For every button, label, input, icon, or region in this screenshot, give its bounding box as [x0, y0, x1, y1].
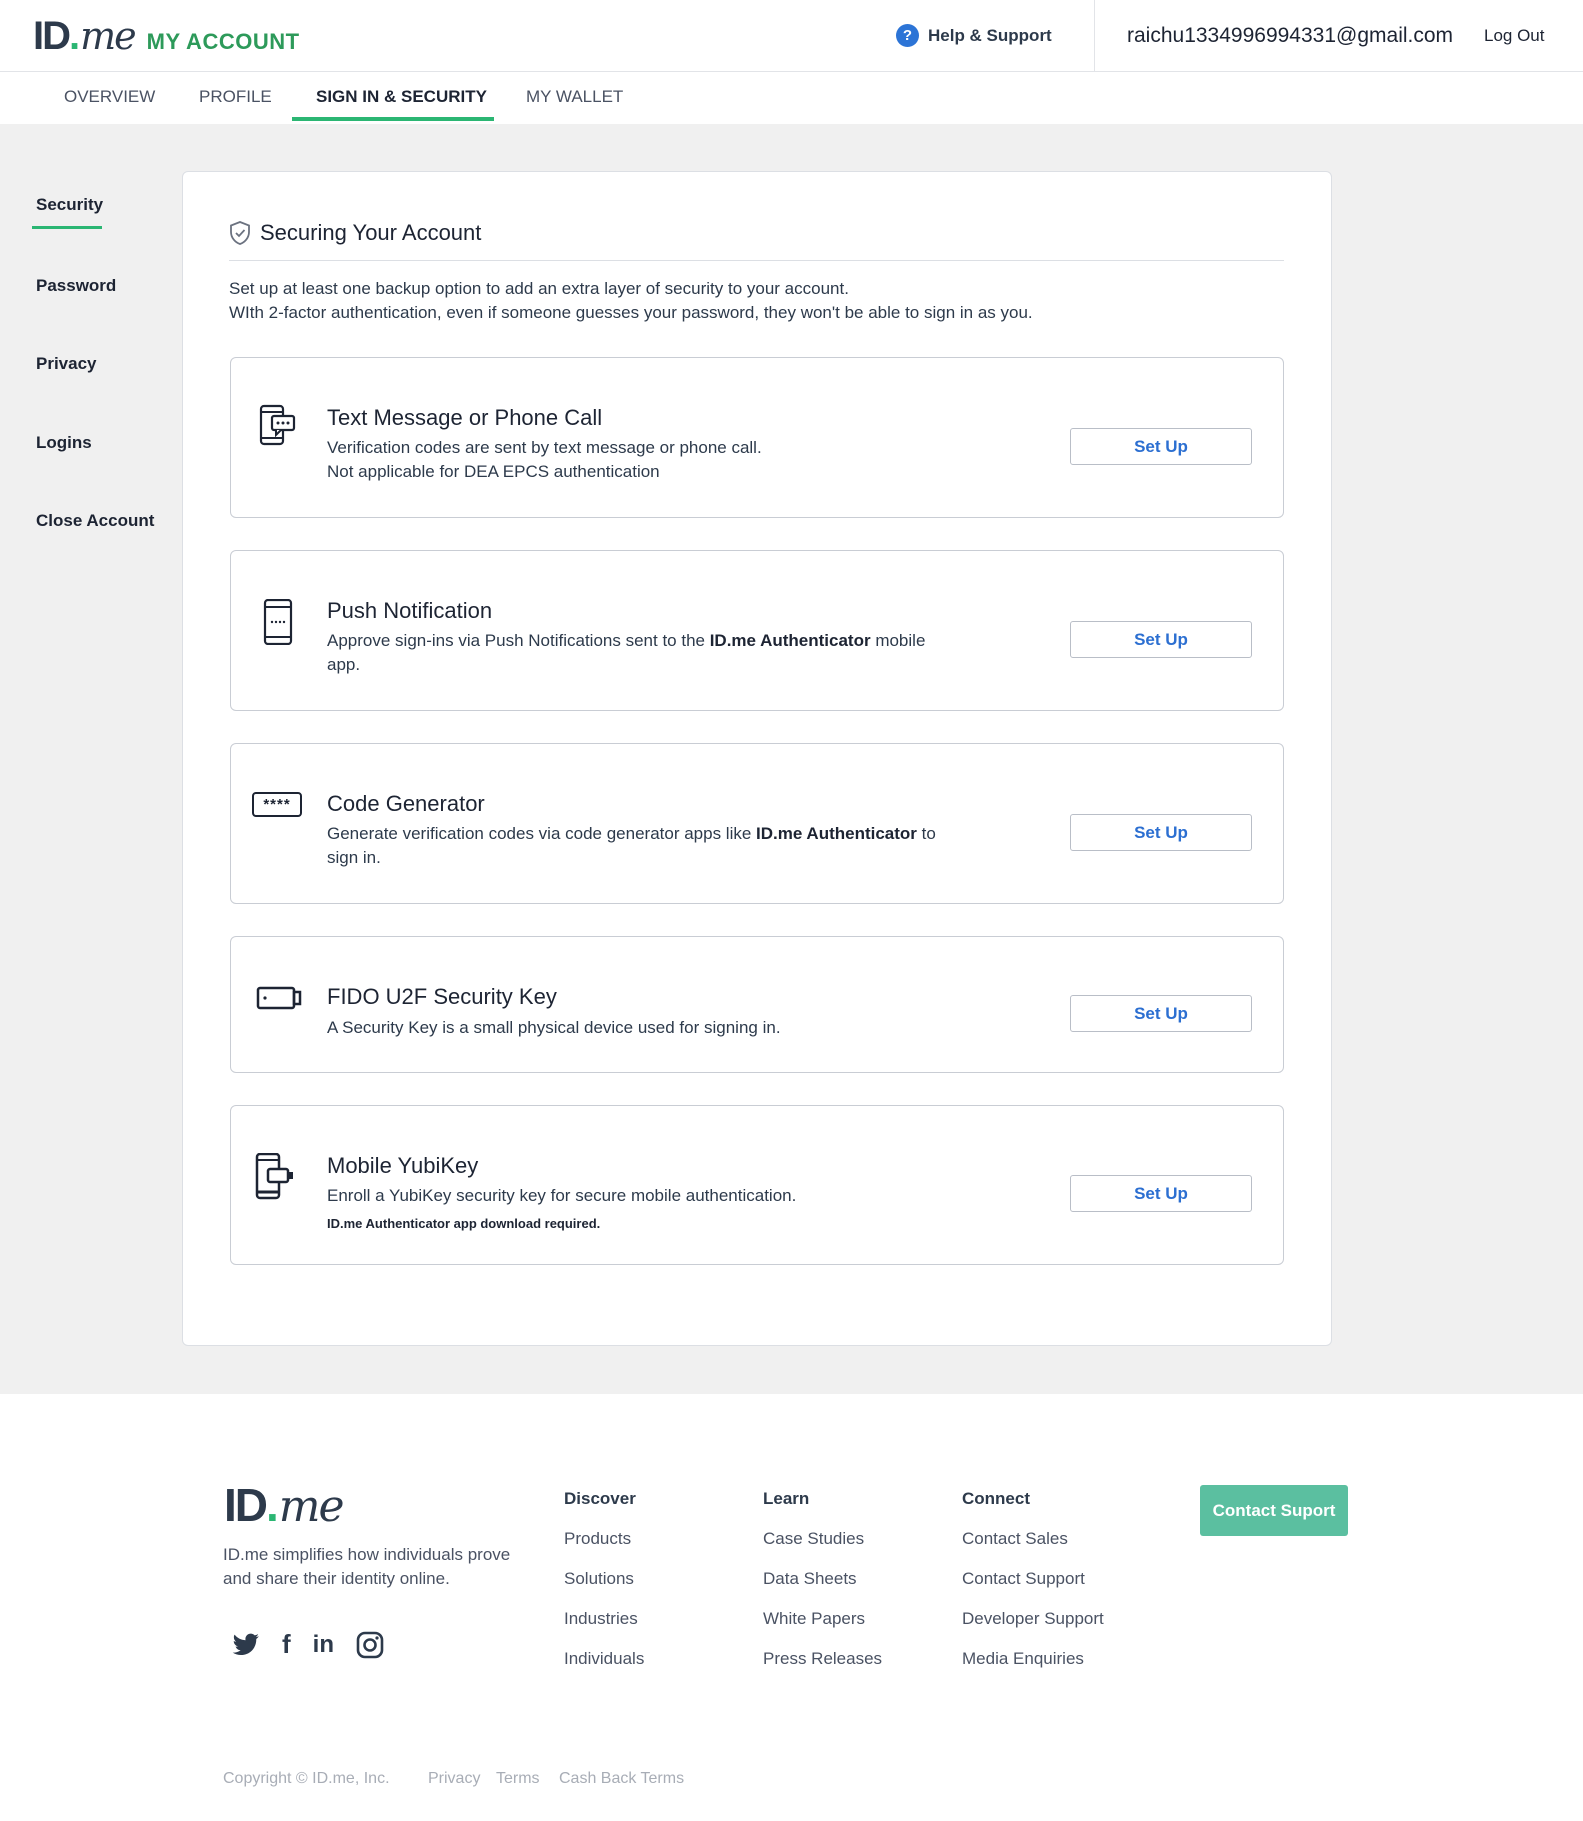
footer-link-white-papers[interactable]: White Papers: [763, 1609, 865, 1629]
option-title: FIDO U2F Security Key: [327, 984, 557, 1009]
footer-link-contact-sales[interactable]: Contact Sales: [962, 1529, 1068, 1549]
logo-me-text: me: [80, 14, 137, 58]
footer-heading-learn: Learn: [763, 1489, 810, 1508]
sidebar-item-security[interactable]: Security: [36, 195, 103, 215]
intro-line-1: Set up at least one backup option to add…: [229, 279, 849, 298]
footer-link-products[interactable]: Products: [564, 1529, 631, 1549]
option-push-notification: Push Notification Approve sign-ins via P…: [230, 550, 1284, 711]
twitter-icon[interactable]: [232, 1633, 260, 1657]
contact-support-button[interactable]: Contact Suport: [1200, 1485, 1348, 1536]
idme-logo[interactable]: ID. me MY ACCOUNT: [33, 14, 300, 59]
account-tabs: OVERVIEW PROFILE SIGN IN & SECURITY MY W…: [0, 72, 1583, 124]
footer-link-developer-support[interactable]: Developer Support: [962, 1609, 1104, 1629]
logo-dot: .: [266, 1479, 279, 1531]
help-support-label: Help & Support: [928, 25, 1052, 45]
option-desc-line-2: Not applicable for DEA EPCS authenticati…: [327, 462, 660, 481]
logout-link[interactable]: Log Out: [1484, 26, 1545, 46]
option-mobile-yubikey: Mobile YubiKey Enroll a YubiKey security…: [230, 1105, 1284, 1265]
footer-link-case-studies[interactable]: Case Studies: [763, 1529, 864, 1549]
option-fido-key: FIDO U2F Security Key A Security Key is …: [230, 936, 1284, 1073]
option-title: Mobile YubiKey: [327, 1153, 479, 1178]
linkedin-icon[interactable]: in: [313, 1631, 334, 1659]
option-title: Text Message or Phone Call: [327, 405, 603, 430]
section-title: Securing Your Account: [229, 220, 481, 246]
option-desc: Approve sign-ins via Push Notifications …: [327, 629, 947, 677]
instagram-icon[interactable]: [356, 1631, 384, 1659]
setup-code-generator-button[interactable]: Set Up: [1070, 814, 1252, 851]
option-code-generator: **** Code Generator Generate verificatio…: [230, 743, 1284, 904]
setup-text-message-button[interactable]: Set Up: [1070, 428, 1252, 465]
sidebar-item-password[interactable]: Password: [36, 276, 116, 296]
my-account-label: MY ACCOUNT: [146, 29, 300, 54]
sidebar-active-indicator: [32, 226, 102, 229]
legal-link-privacy[interactable]: Privacy: [428, 1770, 480, 1788]
shield-icon: [230, 221, 250, 245]
footer-tagline: ID.me simplifies how individuals prove a…: [223, 1545, 511, 1588]
active-tab-indicator: [292, 117, 494, 121]
setup-fido-key-button[interactable]: Set Up: [1070, 995, 1252, 1032]
option-desc: Generate verification codes via code gen…: [327, 822, 947, 870]
security-key-icon: [256, 986, 302, 1010]
header-divider: [1094, 0, 1095, 72]
top-header: ID. me MY ACCOUNT ? Help & Support raichu…: [0, 0, 1583, 72]
legal-link-cash-back-terms[interactable]: Cash Back Terms: [559, 1770, 684, 1788]
footer-link-data-sheets[interactable]: Data Sheets: [763, 1569, 857, 1589]
logo-me-text: me: [278, 1481, 345, 1532]
tab-overview[interactable]: OVERVIEW: [64, 87, 155, 107]
tab-my-wallet[interactable]: MY WALLET: [526, 87, 623, 107]
setup-mobile-yubikey-button[interactable]: Set Up: [1070, 1175, 1252, 1212]
sidebar-item-privacy[interactable]: Privacy: [36, 354, 97, 374]
footer-logo[interactable]: ID. me: [224, 1478, 345, 1532]
option-desc-pre: Approve sign-ins via Push Notifications …: [327, 631, 710, 650]
footer-link-individuals[interactable]: Individuals: [564, 1649, 644, 1669]
option-desc-pre: Generate verification codes via code gen…: [327, 824, 757, 843]
sidebar-item-close-account[interactable]: Close Account: [36, 511, 154, 531]
authenticator-app-name: ID.me Authenticator: [756, 824, 917, 843]
option-text-message: Text Message or Phone Call Verification …: [230, 357, 1284, 518]
option-desc-line-1: Verification codes are sent by text mess…: [327, 438, 762, 457]
logo-dot: .: [69, 14, 81, 58]
option-title: Code Generator: [327, 791, 485, 816]
password-code-icon: ****: [252, 792, 302, 817]
footer-heading-discover: Discover: [564, 1489, 636, 1508]
footer-separator: [0, 1394, 1583, 1426]
logo-id-text: ID: [33, 14, 71, 58]
footer-link-media-enquiries[interactable]: Media Enquiries: [962, 1649, 1084, 1669]
user-email: raichu1334996994331@gmail.com: [1127, 24, 1454, 47]
authenticator-app-name: ID.me Authenticator: [709, 631, 871, 650]
help-icon: ?: [896, 24, 919, 47]
footer-heading-connect: Connect: [962, 1489, 1030, 1508]
legal-link-terms[interactable]: Terms: [496, 1770, 540, 1788]
option-desc-line-1: A Security Key is a small physical devic…: [327, 1018, 781, 1037]
help-support-link[interactable]: ? Help & Support: [896, 24, 1052, 47]
footer-link-contact-support[interactable]: Contact Support: [962, 1569, 1085, 1589]
sidebar-item-logins[interactable]: Logins: [36, 433, 92, 453]
social-links: f in: [232, 1629, 406, 1660]
mobile-phone-icon: [263, 599, 293, 645]
copyright-text: Copyright © ID.me, Inc.: [223, 1770, 390, 1787]
facebook-icon[interactable]: f: [282, 1629, 291, 1660]
footer-link-solutions[interactable]: Solutions: [564, 1569, 634, 1589]
tab-sign-in-security[interactable]: SIGN IN & SECURITY: [316, 87, 487, 107]
tab-profile[interactable]: PROFILE: [199, 87, 272, 107]
section-title-text: Securing Your Account: [260, 220, 482, 245]
setup-push-notification-button[interactable]: Set Up: [1070, 621, 1252, 658]
option-note: ID.me Authenticator app download require…: [327, 1216, 601, 1231]
intro-line-2: WIth 2-factor authentication, even if so…: [229, 303, 1033, 322]
title-divider: [229, 260, 1284, 261]
mobile-yubikey-icon: [255, 1153, 293, 1200]
option-title: Push Notification: [327, 598, 493, 623]
sms-phone-icon: [259, 404, 296, 446]
option-desc-line-1: Enroll a YubiKey security key for secure…: [327, 1186, 797, 1205]
logo-id-text: ID: [224, 1479, 268, 1531]
footer-link-press-releases[interactable]: Press Releases: [763, 1649, 882, 1669]
footer-link-industries[interactable]: Industries: [564, 1609, 638, 1629]
